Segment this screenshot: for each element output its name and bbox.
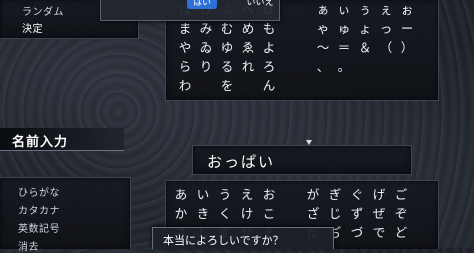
top-kana-key[interactable]: り bbox=[197, 59, 215, 75]
top-kana-key[interactable]: め bbox=[239, 21, 257, 37]
top-kana-key[interactable]: ぁ bbox=[314, 2, 332, 18]
top-kana-key[interactable]: る bbox=[218, 59, 236, 75]
menu-item-confirm[interactable]: 決定 bbox=[22, 20, 43, 35]
menu-item-katakana[interactable]: カタカナ bbox=[18, 202, 60, 217]
bottom-kana-key[interactable]: ず bbox=[348, 206, 366, 222]
top-kana-key[interactable]: ー bbox=[398, 21, 416, 37]
top-kana-key[interactable]: ん bbox=[260, 78, 278, 94]
confirm-prompt: 本当によろしいですか？ bbox=[152, 227, 334, 249]
bottom-kana-key[interactable]: ざ bbox=[304, 206, 322, 222]
top-kana-key[interactable]: ょ bbox=[356, 21, 374, 37]
bottom-kana-key[interactable]: ぐ bbox=[348, 187, 366, 203]
top-kana-key[interactable]: れ bbox=[239, 59, 257, 75]
top-kana-key[interactable]: わ bbox=[176, 78, 194, 94]
bottom-kana-key[interactable]: が bbox=[304, 187, 322, 203]
yes-button[interactable]: はい bbox=[187, 0, 217, 9]
top-kana-key[interactable]: （ bbox=[377, 40, 395, 56]
bottom-kana-key[interactable]: く bbox=[216, 206, 234, 222]
top-kana-key[interactable]: 。 bbox=[335, 59, 353, 75]
bottom-kana-key[interactable]: あ bbox=[172, 187, 190, 203]
top-kana-key[interactable]: ゆ bbox=[218, 40, 236, 56]
top-kana-key[interactable]: ＆ bbox=[356, 40, 374, 56]
bottom-kana-key[interactable]: か bbox=[172, 206, 190, 222]
name-entry-header: 名前入力 bbox=[0, 128, 124, 151]
top-kana-key[interactable]: ゃ bbox=[314, 21, 332, 37]
bottom-kana-key[interactable]: い bbox=[194, 187, 212, 203]
top-kana-key[interactable]: 、 bbox=[314, 59, 332, 75]
bottom-kana-key[interactable]: う bbox=[216, 187, 234, 203]
bottom-kana-key[interactable]: げ bbox=[370, 187, 388, 203]
bottom-kana-key[interactable]: ぞ bbox=[392, 206, 410, 222]
top-kana-key[interactable]: み bbox=[197, 21, 215, 37]
no-button[interactable]: いいえ bbox=[243, 0, 277, 9]
bottom-kana-key[interactable]: こ bbox=[260, 206, 278, 222]
name-entry-title: 名前入力 bbox=[12, 135, 69, 150]
bottom-kana-key[interactable]: じ bbox=[326, 206, 344, 222]
top-kana-key[interactable]: ぇ bbox=[377, 2, 395, 18]
bottom-kana-key[interactable]: で bbox=[370, 225, 388, 241]
menu-item-hiragana[interactable]: ひらがな bbox=[18, 184, 60, 199]
top-kana-key[interactable]: ゐ bbox=[197, 40, 215, 56]
top-kana-key[interactable]: っ bbox=[377, 21, 395, 37]
menu-item-random[interactable]: ランダム bbox=[22, 3, 64, 18]
top-kana-key[interactable]: ゅ bbox=[335, 21, 353, 37]
confirm-dialog-top: はい いいえ bbox=[100, 0, 280, 21]
bottom-kana-key[interactable]: え bbox=[238, 187, 256, 203]
top-kana-key[interactable]: ） bbox=[398, 40, 416, 56]
bottom-kana-key[interactable]: お bbox=[260, 187, 278, 203]
bottom-kana-key[interactable]: き bbox=[194, 206, 212, 222]
top-kana-key[interactable]: も bbox=[260, 21, 278, 37]
top-kana-key[interactable]: や bbox=[176, 40, 194, 56]
name-value: おっぱい bbox=[207, 153, 276, 171]
top-kana-key[interactable]: ＝ bbox=[335, 40, 353, 56]
menu-item-alphanumeric[interactable]: 英数記号 bbox=[18, 220, 60, 235]
top-kana-key[interactable]: ぉ bbox=[398, 2, 416, 18]
top-kana-key[interactable]: ぅ bbox=[356, 2, 374, 18]
top-kana-key[interactable]: ゑ bbox=[239, 40, 257, 56]
top-kana-key[interactable]: を bbox=[218, 78, 236, 94]
top-kana-key[interactable]: ろ bbox=[260, 59, 278, 75]
bottom-kana-key[interactable]: ぜ bbox=[370, 206, 388, 222]
top-kana-key[interactable]: ～ bbox=[314, 40, 332, 56]
menu-item-delete[interactable]: 消去 bbox=[18, 238, 39, 253]
top-kana-key[interactable]: ぃ bbox=[335, 2, 353, 18]
top-kana-key[interactable]: む bbox=[218, 21, 236, 37]
top-kana-key[interactable]: よ bbox=[260, 40, 278, 56]
name-field[interactable]: おっぱい bbox=[192, 145, 412, 175]
confirm-prompt-text: 本当によろしいですか？ bbox=[163, 234, 284, 247]
bottom-kana-key[interactable]: け bbox=[238, 206, 256, 222]
top-kana-key[interactable]: ら bbox=[176, 59, 194, 75]
bottom-kana-key[interactable]: ご bbox=[392, 187, 410, 203]
bottom-kana-key[interactable]: ど bbox=[392, 225, 410, 241]
bottom-kana-key[interactable]: ぎ bbox=[326, 187, 344, 203]
input-mode-menu: ひらがな カタカナ 英数記号 消去 bbox=[0, 177, 131, 253]
bottom-kana-key[interactable]: づ bbox=[348, 225, 366, 241]
top-kana-key[interactable]: ま bbox=[176, 21, 194, 37]
